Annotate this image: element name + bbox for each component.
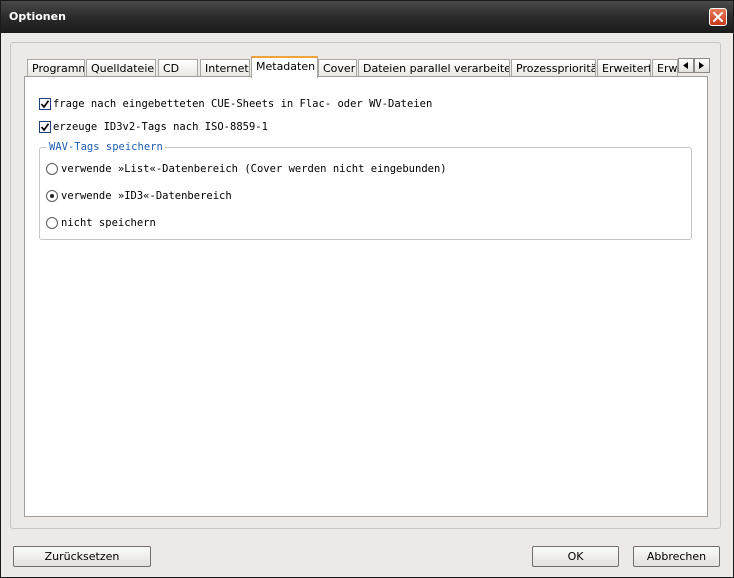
tab-label: Prozesspriorität: [516, 62, 596, 75]
radio-selected-dot: [50, 194, 54, 198]
title-bar[interactable]: Optionen: [1, 1, 733, 33]
tab-cover[interactable]: Cover: [318, 59, 357, 77]
tab-cd[interactable]: CD: [158, 59, 198, 77]
tab-metadaten[interactable]: Metadaten: [251, 56, 318, 78]
tab-quelldateien[interactable]: Quelldateien: [86, 59, 156, 77]
radio-nicht-speichern[interactable]: [46, 217, 58, 229]
radio-list-datenbereich[interactable]: [46, 163, 58, 175]
tab-prozessprioritaet[interactable]: Prozesspriorität: [511, 59, 596, 77]
arrow-right-icon: [699, 62, 704, 69]
tab-label: Quelldateien: [91, 62, 156, 75]
reset-button[interactable]: Zurücksetzen: [13, 546, 151, 567]
wav-tags-group-title: WAV-Tags speichern: [47, 141, 165, 153]
cue-sheets-checkbox[interactable]: [39, 98, 51, 110]
tab-scroll-left[interactable]: [678, 58, 694, 73]
tab-programm[interactable]: Programm: [27, 59, 85, 77]
tab-label: Erweitert: [602, 62, 651, 75]
tab-scroll-right[interactable]: [694, 58, 710, 73]
window-title: Optionen: [9, 10, 66, 23]
tab-dateien-parallel[interactable]: Dateien parallel verarbeiten: [358, 59, 510, 77]
tab-label: Internet: [205, 62, 249, 75]
id3v2-label: erzeuge ID3v2-Tags nach ISO-8859-1: [53, 121, 268, 133]
cue-sheets-label: frage nach eingebetteten CUE-Sheets in F…: [53, 98, 433, 110]
tab-internet[interactable]: Internet: [200, 59, 250, 77]
close-button[interactable]: [709, 8, 727, 26]
tab-label: Programm: [32, 62, 85, 75]
tab-label: Metadaten: [256, 60, 316, 73]
tab-label: Cover: [323, 62, 356, 75]
tab-label: CD: [163, 62, 180, 75]
checkmark-icon: [40, 100, 50, 109]
tab-erw[interactable]: Erw: [652, 59, 678, 77]
radio-nicht-speichern-label: nicht speichern: [61, 217, 156, 229]
arrow-left-icon: [683, 62, 688, 69]
tab-strip: Programm Quelldateien CD Internet Metada…: [27, 56, 710, 78]
radio-list-label: verwende »List«-Datenbereich (Cover werd…: [61, 163, 447, 175]
id3v2-checkbox[interactable]: [39, 121, 51, 133]
radio-id3-datenbereich[interactable]: [46, 190, 58, 202]
cancel-button[interactable]: Abbrechen: [633, 546, 720, 567]
tab-erweitert[interactable]: Erweitert: [597, 59, 651, 77]
tab-label: Erw: [657, 62, 678, 75]
checkmark-icon: [40, 123, 50, 132]
close-icon: [713, 12, 723, 22]
ok-button[interactable]: OK: [532, 546, 619, 567]
tab-label: Dateien parallel verarbeiten: [363, 62, 510, 75]
radio-id3-label: verwende »ID3«-Datenbereich: [61, 190, 232, 202]
